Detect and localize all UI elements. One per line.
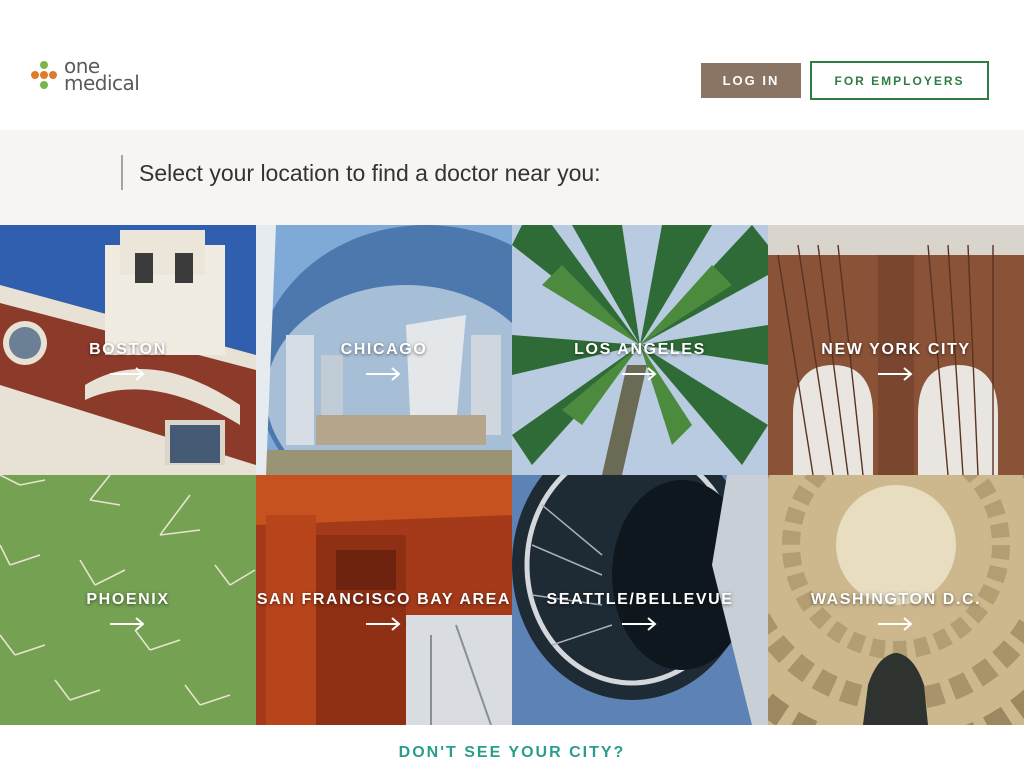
city-grid: BOSTON CHICAGO LOS ANGELES NEW YORK CITY… [0, 225, 1024, 725]
city-label: PHOENIX [86, 591, 170, 608]
arrow-right-icon [878, 367, 913, 381]
city-tile-new-york-city[interactable]: NEW YORK CITY [768, 225, 1024, 475]
location-prompt: Select your location to find a doctor ne… [139, 160, 601, 186]
city-label: SAN FRANCISCO BAY AREA [256, 591, 512, 608]
city-label: BOSTON [89, 341, 167, 358]
logo-word-medical: medical [64, 71, 140, 95]
arrow-right-icon [366, 617, 401, 631]
city-tile-boston[interactable]: BOSTON [0, 225, 256, 475]
for-employers-button[interactable]: FOR EMPLOYERS [810, 61, 989, 100]
one-medical-logo[interactable]: one medical [30, 56, 140, 95]
logo-wordmark: one medical [64, 56, 140, 95]
prompt-divider [121, 155, 123, 190]
city-tile-seattle[interactable]: SEATTLE/BELLEVUE [512, 475, 768, 725]
city-label: WASHINGTON D.C. [810, 591, 982, 608]
city-tile-san-francisco[interactable]: SAN FRANCISCO BAY AREA [256, 475, 512, 725]
logo-dots-icon [30, 60, 58, 90]
city-label: LOS ANGELES [574, 341, 706, 358]
arrow-right-icon [110, 617, 145, 631]
city-tile-phoenix[interactable]: PHOENIX [0, 475, 256, 725]
city-label: CHICAGO [340, 341, 428, 358]
arrow-right-icon [622, 617, 657, 631]
city-tile-chicago[interactable]: CHICAGO [256, 225, 512, 475]
arrow-right-icon [110, 367, 145, 381]
arrow-right-icon [878, 617, 913, 631]
city-tile-los-angeles[interactable]: LOS ANGELES [512, 225, 768, 475]
site-header: one medical LOG IN FOR EMPLOYERS [0, 0, 1024, 130]
arrow-right-icon [366, 367, 401, 381]
city-label: SEATTLE/BELLEVUE [546, 591, 734, 608]
dont-see-your-city-link[interactable]: DON'T SEE YOUR CITY? [0, 744, 1024, 762]
city-tile-washington-dc[interactable]: WASHINGTON D.C. [768, 475, 1024, 725]
log-in-button[interactable]: LOG IN [701, 63, 801, 98]
arrow-right-icon [622, 367, 657, 381]
location-prompt-band: Select your location to find a doctor ne… [0, 130, 1024, 225]
city-label: NEW YORK CITY [821, 341, 971, 358]
